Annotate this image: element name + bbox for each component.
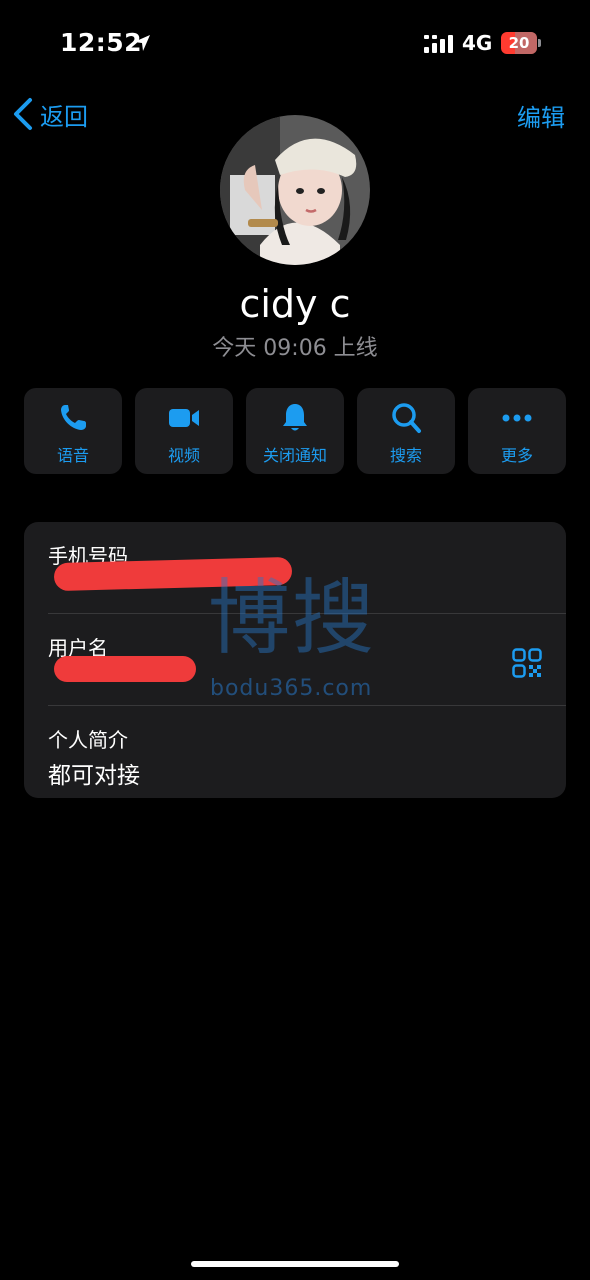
username-redaction [54, 656, 196, 682]
battery-indicator: 20 [501, 32, 541, 54]
bio-value: 都可对接 [48, 763, 140, 789]
last-seen-status: 今天 09:06 上线 [212, 336, 378, 361]
cellular-signal-icon [424, 35, 453, 53]
edit-button[interactable]: 编辑 [517, 98, 565, 133]
more-button[interactable]: 更多 [468, 388, 566, 474]
voice-call-button[interactable]: 语音 [24, 388, 122, 474]
phone-redaction [53, 556, 293, 592]
phone-row[interactable]: 手机号码 [24, 522, 566, 614]
mute-notifications-label: 关闭通知 [262, 446, 327, 465]
phone-icon [61, 405, 86, 430]
video-call-button[interactable]: 视频 [135, 388, 233, 474]
location-arrow-icon [134, 35, 150, 51]
avatar-photo [220, 115, 370, 265]
status-time: 12:52 [60, 28, 143, 57]
back-button[interactable]: 返回 [10, 94, 88, 134]
video-call-label: 视频 [167, 446, 200, 465]
contact-info-card: 手机号码 用户名 个人简介 都可对接 [24, 522, 566, 798]
status-bar: 12:52 4G 20 [0, 0, 590, 90]
action-bar: 语音 视频 关闭通知 搜索 更多 [24, 388, 566, 474]
video-icon [169, 409, 199, 427]
search-icon [392, 403, 421, 433]
home-indicator[interactable] [191, 1261, 399, 1267]
more-icon [502, 414, 532, 422]
battery-level: 20 [508, 34, 530, 52]
qr-code-icon[interactable] [512, 648, 542, 678]
more-label: 更多 [500, 446, 533, 465]
search-button[interactable]: 搜索 [357, 388, 455, 474]
username-row[interactable]: 用户名 [24, 614, 566, 706]
avatar[interactable] [220, 115, 370, 265]
search-label: 搜索 [389, 446, 422, 465]
back-label: 返回 [40, 102, 88, 131]
mute-notifications-button[interactable]: 关闭通知 [246, 388, 344, 474]
contact-name: cidy c [239, 282, 351, 326]
contact-profile-screen: 12:52 4G 20 返回 编辑 cidy c 今天 09:06 上线 语音 … [0, 0, 590, 1280]
bio-row[interactable]: 个人简介 都可对接 [24, 706, 566, 798]
network-type-label: 4G [462, 31, 493, 55]
bell-icon [283, 404, 307, 431]
chevron-left-icon [14, 98, 32, 130]
voice-call-label: 语音 [56, 446, 89, 465]
bio-label: 个人简介 [48, 728, 128, 752]
